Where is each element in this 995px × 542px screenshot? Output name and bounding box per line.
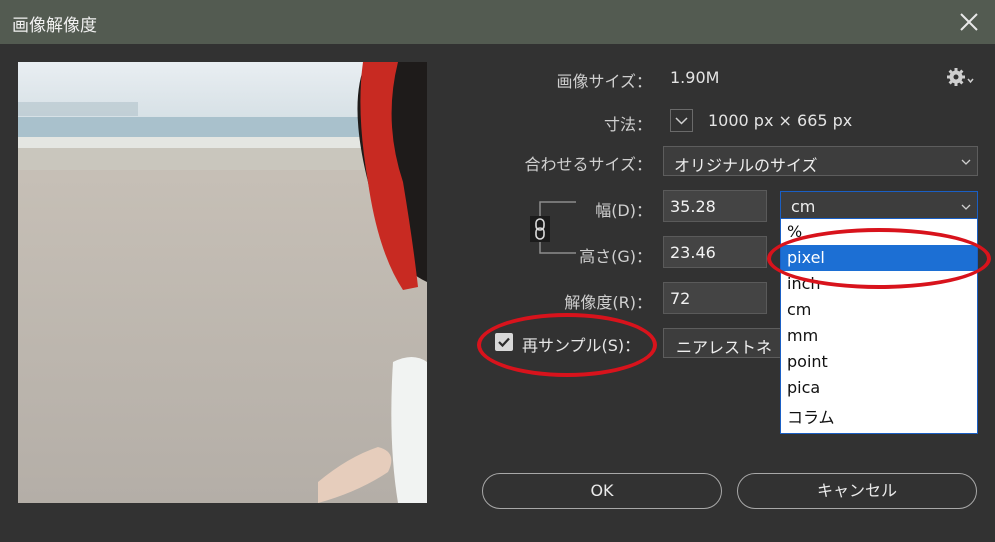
fit-to-select[interactable]: オリジナルのサイズ xyxy=(663,146,978,176)
fit-to-value: オリジナルのサイズ xyxy=(674,156,818,175)
width-label: 幅(D)： xyxy=(595,201,652,220)
unit-option-column[interactable]: コラム xyxy=(781,401,977,427)
dimensions-label: 寸法： xyxy=(603,115,652,134)
height-label: 高さ(G)： xyxy=(579,247,652,266)
title-bar: 画像解像度 xyxy=(0,0,995,44)
resample-checkbox[interactable] xyxy=(495,333,513,351)
resolution-label: 解像度(R)： xyxy=(564,293,652,312)
image-size-value: 1.90M xyxy=(670,68,720,87)
unit-option-point[interactable]: point xyxy=(781,349,977,375)
height-input[interactable]: 23.46 xyxy=(663,236,767,268)
cancel-button[interactable]: キャンセル xyxy=(737,473,977,509)
gear-icon[interactable] xyxy=(947,67,975,87)
unit-option-cm[interactable]: cm xyxy=(781,297,977,323)
unit-option-pixel[interactable]: pixel xyxy=(781,245,977,271)
unit-option-inch[interactable]: inch xyxy=(781,271,977,297)
resample-method-value: ニアレストネイ xyxy=(676,338,773,357)
close-icon[interactable] xyxy=(957,10,981,34)
ok-button[interactable]: OK xyxy=(482,473,722,509)
resample-method-select[interactable]: ニアレストネイ xyxy=(663,328,783,358)
width-input[interactable]: 35.28 xyxy=(663,190,767,222)
resolution-input[interactable]: 72 xyxy=(663,282,767,314)
chevron-down-icon xyxy=(675,117,688,125)
window-title: 画像解像度 xyxy=(12,16,97,36)
chevron-down-icon xyxy=(961,204,971,210)
unit-dropdown-menu: % pixel inch cm mm point pica コラム xyxy=(780,218,978,434)
dimensions-value: 1000 px × 665 px xyxy=(708,111,853,130)
width-unit-select[interactable]: cm xyxy=(780,191,978,220)
height-value: 23.46 xyxy=(670,243,716,262)
width-unit-value: cm xyxy=(791,197,816,216)
width-value: 35.28 xyxy=(670,197,716,216)
fit-to-label: 合わせるサイズ： xyxy=(524,155,652,174)
preview-photo xyxy=(18,62,427,503)
constrain-proportions-link[interactable] xyxy=(528,198,580,258)
resample-label: 再サンプル(S)： xyxy=(522,336,641,355)
checkmark-icon xyxy=(498,337,510,348)
image-size-label: 画像サイズ： xyxy=(556,72,652,91)
unit-option-mm[interactable]: mm xyxy=(781,323,977,349)
image-preview[interactable] xyxy=(18,62,427,503)
chevron-down-icon xyxy=(961,159,971,165)
resolution-value: 72 xyxy=(670,289,691,308)
dimensions-toggle[interactable] xyxy=(670,109,693,132)
unit-option-pica[interactable]: pica xyxy=(781,375,977,401)
unit-option-percent[interactable]: % xyxy=(781,219,977,245)
